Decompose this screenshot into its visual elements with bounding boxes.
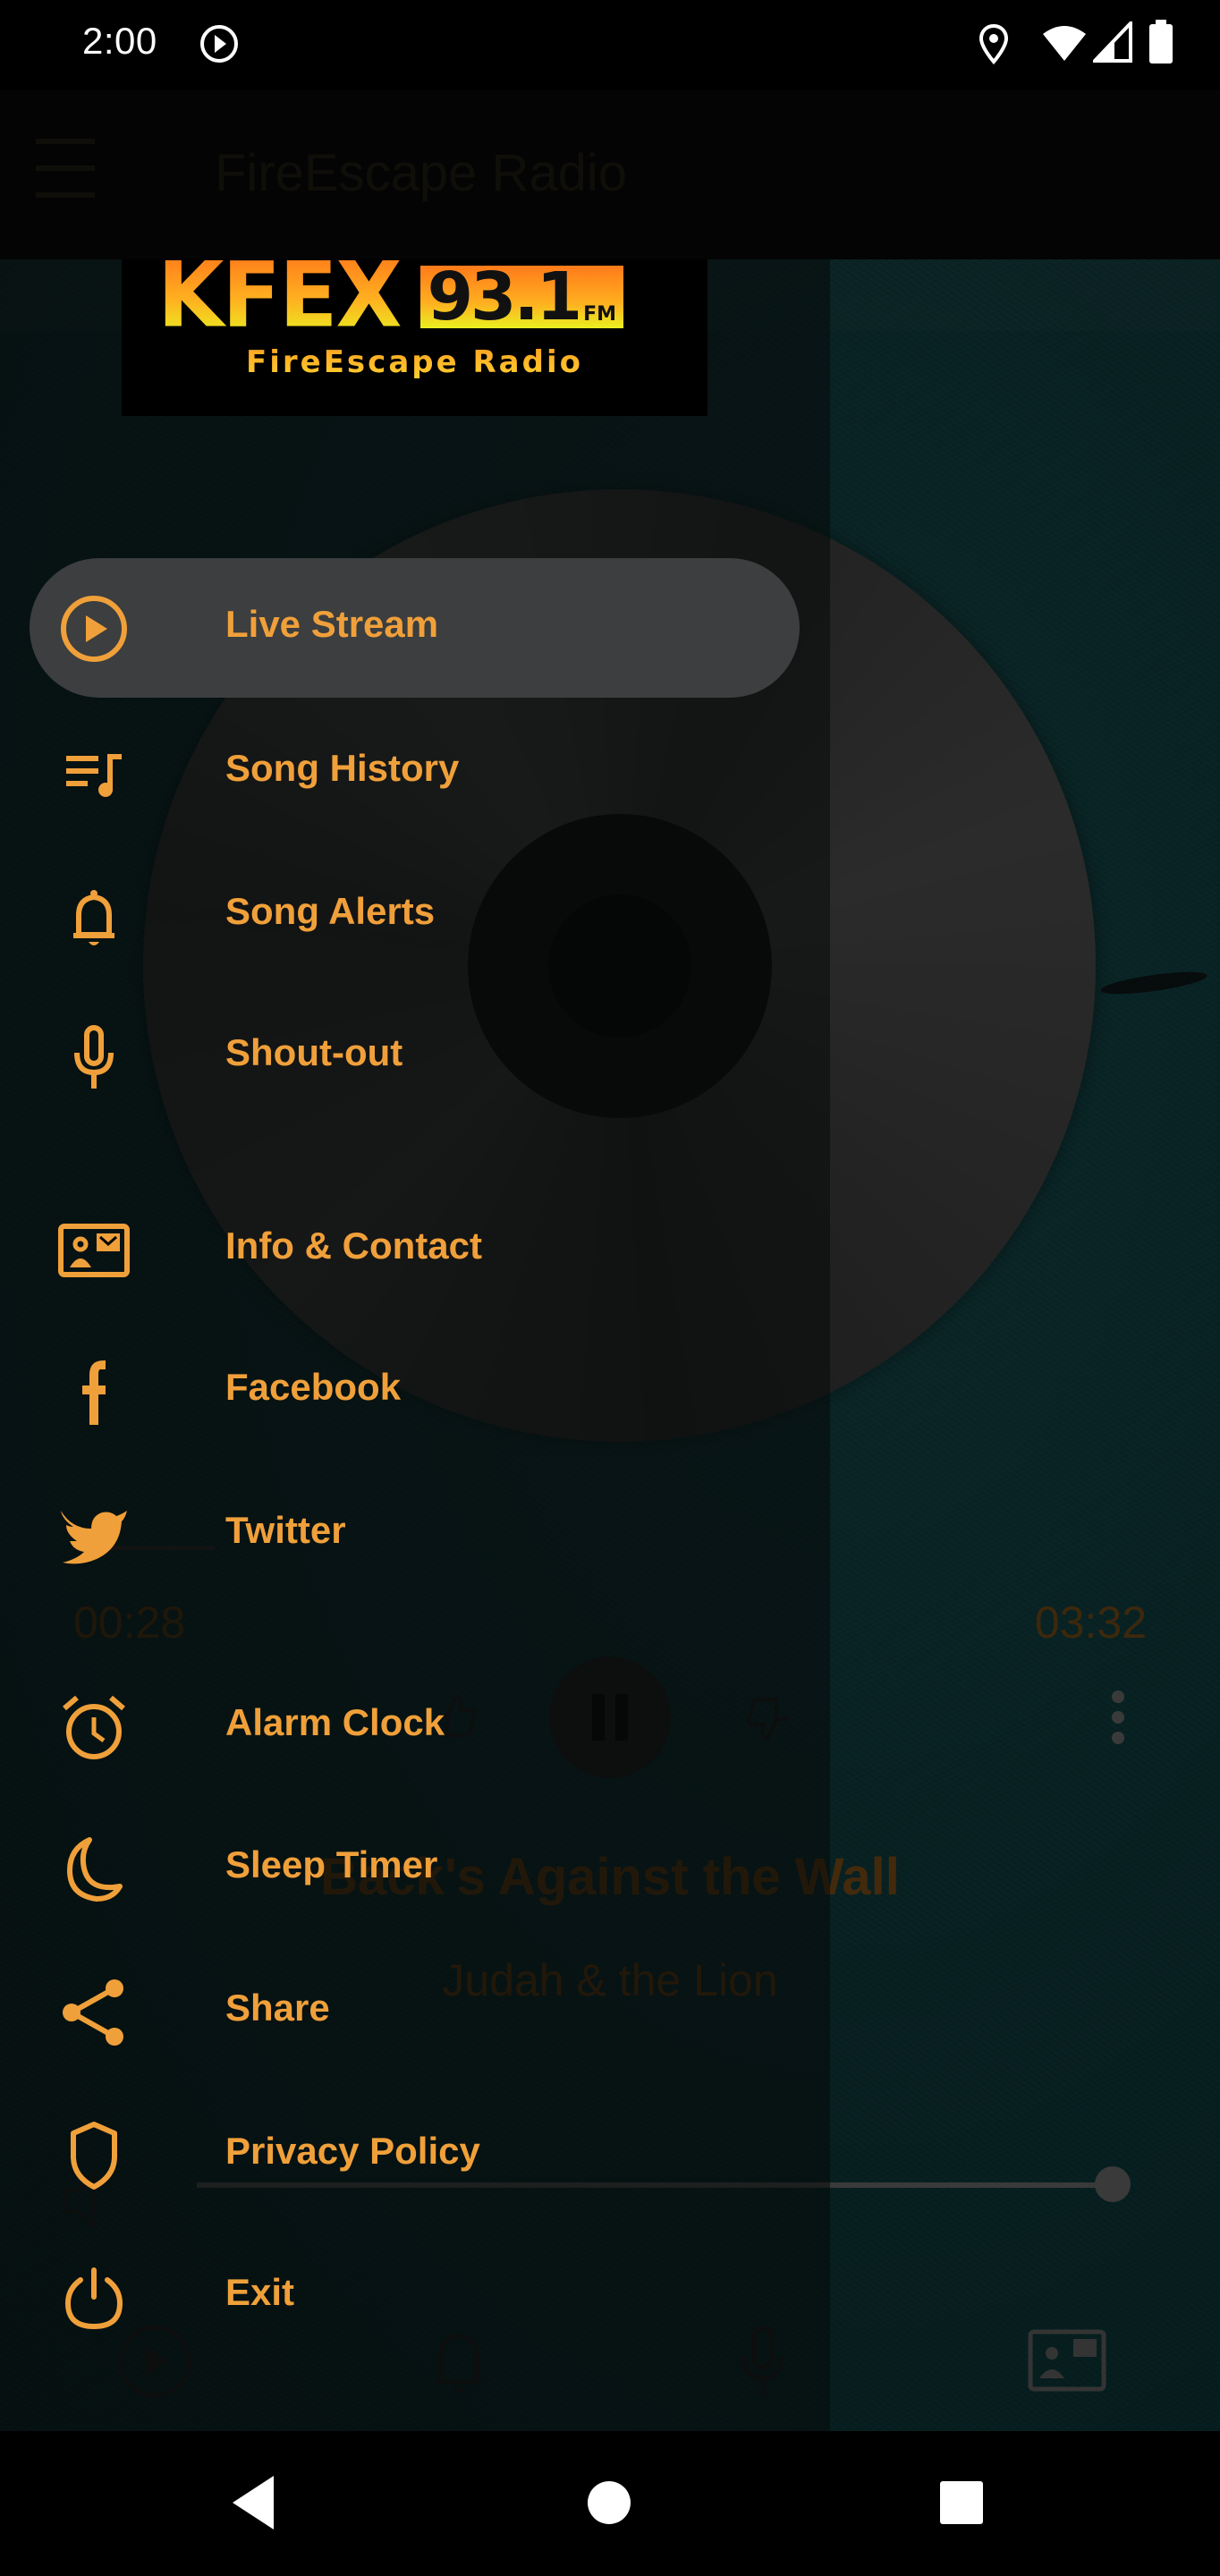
drawer-item-exit[interactable]: Exit [0,2226,830,2366]
status-bar: 2:00 [0,0,1220,89]
status-time: 2:00 [82,20,157,62]
media-play-icon [200,25,238,63]
logo-frequency: 93.1 [427,259,583,335]
drawer-item-label: Shout-out [225,1031,403,1073]
drawer-item-song-alerts[interactable]: Song Alerts [0,845,830,985]
drawer-item-label: Sleep Timer [225,1843,438,1885]
logo-call-sign: KFEX [157,259,402,340]
drawer-item-facebook[interactable]: Facebook [0,1321,830,1461]
drawer-item-label: Share [225,1987,330,2029]
drawer-item-privacy-policy[interactable]: Privacy Policy [0,2085,830,2224]
drawer-item-label: Live Stream [225,603,439,645]
alarm-clock-icon [57,1690,131,1764]
microphone-icon [57,1021,131,1094]
drawer-item-label: Alarm Clock [225,1701,445,1743]
wifi-icon [1043,26,1086,61]
drawer-item-alarm-clock[interactable]: Alarm Clock [0,1657,830,1796]
logo-band: FM [583,303,617,326]
recents-icon[interactable] [926,2467,997,2538]
back-icon[interactable] [218,2467,290,2538]
drawer-item-label: Info & Contact [225,1224,482,1267]
drawer-item-song-history[interactable]: Song History [0,702,830,842]
drawer-item-sleep-timer[interactable]: Sleep Timer [0,1799,830,1938]
bell-icon [57,879,131,953]
drawer-item-label: Exit [225,2271,295,2313]
location-icon [979,23,1009,64]
twitter-icon [57,1498,131,1572]
share-icon [57,1976,131,2049]
moon-icon [57,1833,131,1906]
navigation-drawer: KFEX 93.1 FM FireEscape Radio Live Strea… [0,259,830,2431]
drawer-item-label: Privacy Policy [225,2130,480,2172]
play-circle-icon [57,592,131,665]
drawer-item-label: Song History [225,747,460,789]
drawer-item-twitter[interactable]: Twitter [0,1464,830,1604]
battery-icon [1149,20,1173,64]
signal-icon [1093,21,1132,63]
power-icon [57,2260,131,2334]
drawer-item-live-stream[interactable]: Live Stream [0,558,830,698]
drawer-item-label: Twitter [225,1509,346,1551]
facebook-icon [57,1355,131,1428]
queue-music-icon [57,736,131,809]
contact-card-icon [57,1214,131,1287]
drawer-item-shout-out[interactable]: Shout-out [0,987,830,1126]
logo-frequency-badge: 93.1 FM [419,259,624,335]
home-icon[interactable] [573,2467,645,2538]
drawer-item-info-contact[interactable]: Info & Contact [0,1180,830,1319]
system-nav-bar [0,2431,1220,2576]
logo-tagline: FireEscape Radio [122,344,707,380]
drawer-item-label: Facebook [225,1366,402,1408]
station-logo: KFEX 93.1 FM FireEscape Radio [122,259,707,416]
drawer-item-label: Song Alerts [225,890,436,932]
drawer-item-share[interactable]: Share [0,1942,830,2081]
shield-icon [57,2119,131,2192]
